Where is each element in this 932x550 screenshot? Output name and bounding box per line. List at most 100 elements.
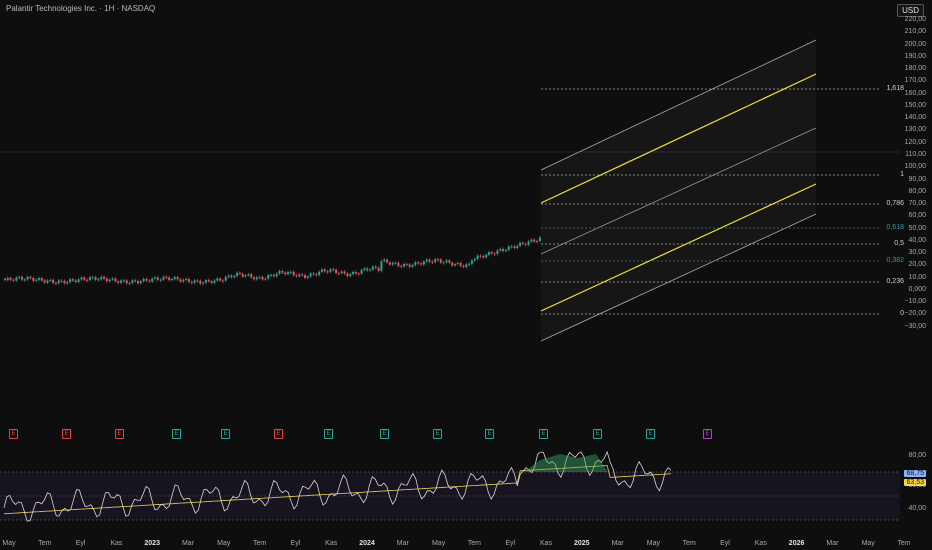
price-tick-label: −10,00 [904,298,926,306]
candlestick [309,273,312,277]
candlestick [182,279,185,282]
price-tick-label: 90,00 [908,175,926,183]
earnings-marker[interactable]: E [172,429,181,439]
candlestick [74,280,77,283]
candlestick [408,264,411,267]
candlestick [287,272,289,275]
candlestick [318,271,321,276]
candlestick [507,246,510,251]
price-tick-label: −30,00 [904,322,926,330]
candlestick [332,269,335,271]
candlestick [536,240,539,242]
earnings-marker[interactable]: E [539,429,548,439]
candlestick [134,280,137,282]
fib-level-label: 0,382 [886,257,904,264]
time-tick-label: May [861,540,875,547]
price-tick-label: 190,00 [904,52,926,60]
candlestick [476,255,479,260]
candlestick [267,275,270,279]
earnings-marker[interactable]: E [324,429,333,439]
candlestick [391,262,394,265]
earnings-marker[interactable]: E [593,429,602,439]
candlestick [400,265,403,267]
candlestick [142,278,145,282]
earnings-marker[interactable]: E [703,429,712,439]
earnings-marker[interactable]: E [433,429,442,439]
candlestick [380,261,383,271]
candlestick [221,280,224,282]
fib-level-label: 1 [900,171,904,178]
earnings-marker[interactable]: E [274,429,283,439]
candlestick [473,259,476,261]
candlestick [538,237,541,241]
main-price-chart[interactable] [0,0,900,420]
fib-level-label: 0,236 [886,278,904,285]
candlestick [100,276,103,280]
price-tick-label: 20,00 [908,261,926,269]
time-tick-label: Tem [38,540,52,547]
candlestick [335,269,338,274]
candlestick [57,280,60,284]
candlestick [137,281,140,284]
candlestick [244,275,247,277]
time-tick-label: May [431,540,446,547]
candlestick [448,260,451,263]
candlestick [414,262,417,266]
earnings-marker[interactable]: E [221,429,230,439]
candlestick [349,274,352,277]
time-tick-label: May [2,540,16,547]
candlestick [125,280,128,284]
time-tick-label: 2026 [788,540,805,547]
candlestick [185,278,188,280]
price-tick-label: 40,00 [908,236,926,244]
rsi-pane[interactable] [0,448,900,528]
earnings-marker[interactable]: E [380,429,389,439]
candlestick [496,250,499,254]
candlestick [312,273,315,275]
candlestick [264,278,267,280]
candlestick [470,260,473,264]
fib-level-label: 0,5 [894,240,904,247]
candlestick [91,277,94,279]
time-tick-label: Eyl [290,540,301,547]
candlestick [388,262,391,265]
candlestick [238,272,241,274]
time-tick-label: Kas [754,540,767,547]
earnings-marker[interactable]: E [9,429,18,439]
price-tick-label: 130,00 [904,126,926,134]
candlestick [63,280,66,284]
candlestick [383,259,386,262]
earnings-marker[interactable]: E [485,429,494,439]
rsi-overbought-fill [524,454,608,472]
candlestick [417,262,420,264]
candlestick [436,259,439,261]
time-tick-label: Kas [539,540,553,547]
rsi-value-badge: 68,75 [904,470,926,477]
candlestick [499,249,502,251]
earnings-marker[interactable]: E [646,429,655,439]
time-tick-label: Kas [325,540,338,547]
candlestick [459,263,462,266]
candlestick [326,271,329,273]
price-tick-label: 200,00 [904,40,926,48]
candlestick [272,274,275,277]
candlestick [71,279,74,281]
candlestick [533,239,536,242]
candlestick [32,277,35,281]
price-tick-label: 150,00 [904,101,926,109]
candlestick [97,279,100,281]
candlestick [352,271,355,275]
candlestick [504,250,507,252]
time-tick-label: Eyl [505,540,516,547]
earnings-marker[interactable]: E [115,429,124,439]
candlestick [428,259,431,262]
candlestick [18,276,21,278]
candlestick [80,277,83,280]
candlestick [510,246,513,248]
candlestick [530,239,533,242]
earnings-marker[interactable]: E [62,429,71,439]
candlestick [111,278,114,280]
candlestick [128,283,131,285]
candlestick [502,249,505,251]
candlestick [420,263,423,265]
